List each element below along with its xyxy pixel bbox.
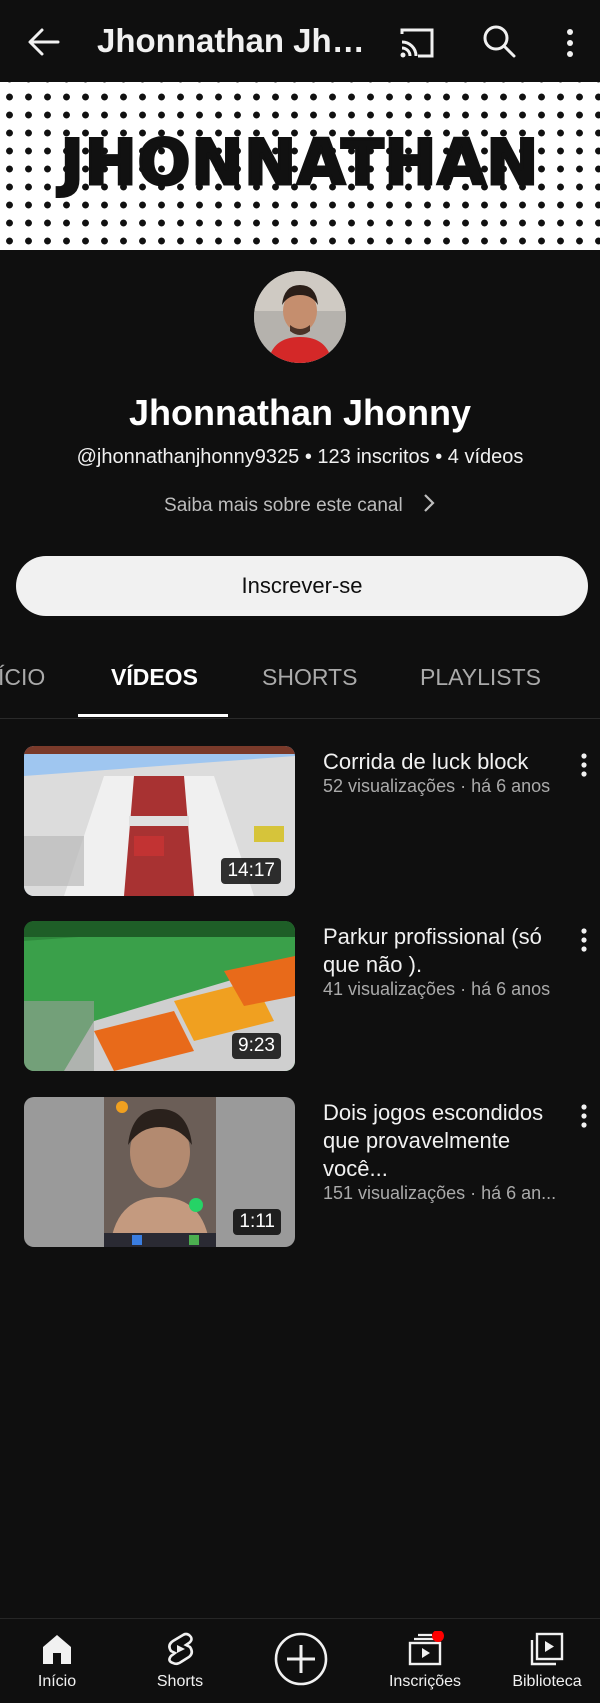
active-tab-indicator xyxy=(78,714,228,717)
channel-name: Jhonnathan Jhonny xyxy=(129,392,471,433)
channel-banner: JHONNATHAN xyxy=(0,82,600,250)
video-thumbnail[interactable]: 1:11 xyxy=(24,1097,295,1247)
cast-icon[interactable] xyxy=(396,22,438,64)
video-item[interactable]: 9:23 Parkur profissional (só que não ). … xyxy=(24,921,587,1071)
create-icon[interactable] xyxy=(274,1632,328,1686)
subscriptions-icon xyxy=(406,1630,444,1667)
nav-shorts[interactable]: Shorts xyxy=(125,1619,235,1703)
video-meta: 52 visualizações · há 6 anos xyxy=(323,776,551,796)
nav-home[interactable]: Início xyxy=(2,1619,112,1703)
nav-label: Inscrições xyxy=(388,1673,462,1690)
more-vert-icon[interactable] xyxy=(574,1101,594,1131)
subscribe-button[interactable]: Inscrever-se xyxy=(16,556,588,616)
notification-badge xyxy=(432,1630,444,1642)
shorts-icon xyxy=(161,1631,199,1667)
video-item[interactable]: 1:11 Dois jogos escondidos que provavelm… xyxy=(24,1097,587,1247)
about-channel-label: Saiba mais sobre este canal xyxy=(164,495,403,517)
search-icon[interactable] xyxy=(478,20,520,62)
video-title[interactable]: Parkur profissional (só que não ). xyxy=(323,923,549,979)
back-arrow-icon[interactable] xyxy=(22,20,66,64)
video-meta: 151 visualizações · há 6 an... xyxy=(323,1183,557,1203)
nav-label: Início xyxy=(37,1673,77,1690)
library-icon xyxy=(528,1631,566,1667)
home-icon xyxy=(38,1631,76,1667)
avatar[interactable] xyxy=(254,271,346,363)
video-duration: 9:23 xyxy=(232,1033,281,1059)
banner-text: JHONNATHAN xyxy=(59,125,540,201)
more-vert-icon[interactable] xyxy=(556,22,584,64)
top-app-bar: Jhonnathan Jho... xyxy=(0,0,600,82)
nav-label: Shorts xyxy=(156,1673,204,1690)
video-duration: 14:17 xyxy=(221,858,281,884)
nav-library[interactable]: Biblioteca xyxy=(492,1619,600,1703)
video-item[interactable]: 14:17 Corrida de luck block 52 visualiza… xyxy=(24,746,587,896)
video-title[interactable]: Corrida de luck block xyxy=(323,748,549,776)
about-channel-link[interactable]: Saiba mais sobre este canal xyxy=(0,492,600,520)
nav-label: Biblioteca xyxy=(512,1673,582,1690)
more-vert-icon[interactable] xyxy=(574,750,594,780)
video-duration: 1:11 xyxy=(233,1209,281,1235)
video-meta: 41 visualizações · há 6 anos xyxy=(323,979,551,999)
more-vert-icon[interactable] xyxy=(574,925,594,955)
nav-subscriptions[interactable]: Inscrições xyxy=(370,1619,480,1703)
video-thumbnail[interactable]: 9:23 xyxy=(24,921,295,1071)
channel-title: Jhonnathan Jho... xyxy=(97,22,367,59)
tab-videos[interactable]: VÍDEOS xyxy=(111,664,198,691)
chevron-right-icon xyxy=(422,492,436,520)
channel-tabs: ÍCIO VÍDEOS SHORTS PLAYLISTS xyxy=(0,640,600,719)
video-thumbnail[interactable]: 14:17 xyxy=(24,746,295,896)
bottom-navigation: Início Shorts Inscrições Biblioteca xyxy=(0,1618,600,1703)
tab-playlists[interactable]: PLAYLISTS xyxy=(420,664,541,691)
tab-shorts[interactable]: SHORTS xyxy=(262,664,357,691)
video-title[interactable]: Dois jogos escondidos que provavelmente … xyxy=(323,1099,549,1183)
channel-meta: @jhonnathanjhonny9325 • 123 inscritos • … xyxy=(76,446,524,468)
tab-home[interactable]: ÍCIO xyxy=(0,664,45,691)
